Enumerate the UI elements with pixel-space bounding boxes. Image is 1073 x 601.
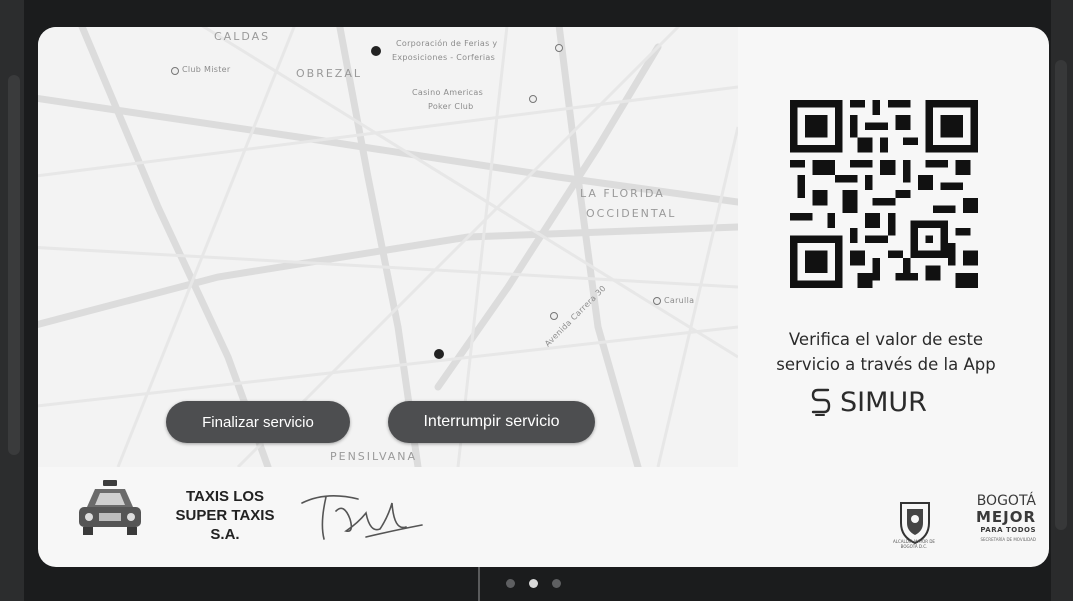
- secretaria-word: SECRETARÍA DE MOVILIDAD: [980, 537, 1036, 542]
- verify-line-1: Verifica el valor de este: [788, 330, 984, 349]
- poi-corferias-icon: [555, 44, 563, 52]
- bottom-divider: [478, 567, 480, 601]
- company-line-3: S.A.: [210, 526, 240, 543]
- company-line-2: SUPER TAXIS: [175, 507, 275, 524]
- poi-label-club: Club Mister: [182, 65, 231, 74]
- poi-label-casino-2: Poker Club: [428, 102, 474, 111]
- taxi-icon: [79, 480, 141, 535]
- qr-code[interactable]: [789, 100, 979, 288]
- service-card: CALDAS OBREZAL LA FLORIDA OCCIDENTAL PEN…: [38, 27, 1049, 567]
- crest-caption: ALCALDÍA MAYOR DE BOGOTÁ D.C.: [893, 539, 935, 549]
- simur-brand: SIMUR: [840, 386, 927, 418]
- poi-label-carulla: Carulla: [664, 296, 695, 305]
- bogota-word: BOGOTÁ: [976, 493, 1036, 509]
- page-dot-3[interactable]: [552, 579, 561, 588]
- poi-label-corferias: Corporación de Ferias y: [396, 39, 498, 48]
- signature: [301, 495, 423, 540]
- route-map[interactable]: CALDAS OBREZAL LA FLORIDA OCCIDENTAL PEN…: [38, 27, 738, 467]
- current-location-marker: [434, 349, 444, 359]
- right-frame: [1051, 0, 1073, 601]
- finalizar-servicio-button[interactable]: Finalizar servicio: [166, 401, 350, 443]
- simur-s-logo-icon: [811, 388, 831, 416]
- map-label-occidental: OCCIDENTAL: [586, 207, 677, 220]
- poi-label-corferias-2: Exposiciones - Corferias: [392, 53, 496, 62]
- poi-label-casino: Casino Americas: [412, 88, 484, 97]
- map-label-pensilvania: PENSILVANA: [330, 450, 418, 463]
- page-dot-2[interactable]: [529, 579, 538, 588]
- right-frame-tab: [1055, 60, 1067, 530]
- corferias-marker: [371, 46, 381, 56]
- map-label-obrero: OBREZAL: [296, 67, 362, 80]
- verify-message: Verifica el valor de este servicio a tra…: [731, 327, 1041, 377]
- interrumpir-servicio-button[interactable]: Interrumpir servicio: [388, 401, 595, 443]
- poi-club-icon: [171, 67, 179, 75]
- map-label-caldas: CALDAS: [214, 30, 271, 43]
- poi-carulla-icon: [653, 297, 661, 305]
- left-frame-tab: [8, 75, 20, 455]
- mejor-word: MEJOR: [975, 508, 1036, 526]
- para-todos-word: PARA TODOS: [980, 526, 1036, 534]
- map-streets: [38, 27, 738, 467]
- pagination-dots[interactable]: [506, 579, 561, 588]
- map-label-florida: LA FLORIDA: [580, 187, 665, 200]
- company-name: TAXIS LOS SUPER TAXIS S.A.: [160, 487, 290, 544]
- bogota-mejor-logo: BOGOTÁ MEJOR PARA TODOS SECRETARÍA DE MO…: [956, 493, 1036, 547]
- poi-marker-icon: [550, 312, 558, 320]
- verify-line-2: servicio a través de la App: [776, 355, 996, 374]
- simur-logo: SIMUR: [810, 382, 927, 422]
- poi-casino-icon: [529, 95, 537, 103]
- left-frame: [0, 0, 24, 601]
- page-dot-1[interactable]: [506, 579, 515, 588]
- company-line-1: TAXIS LOS: [185, 488, 265, 505]
